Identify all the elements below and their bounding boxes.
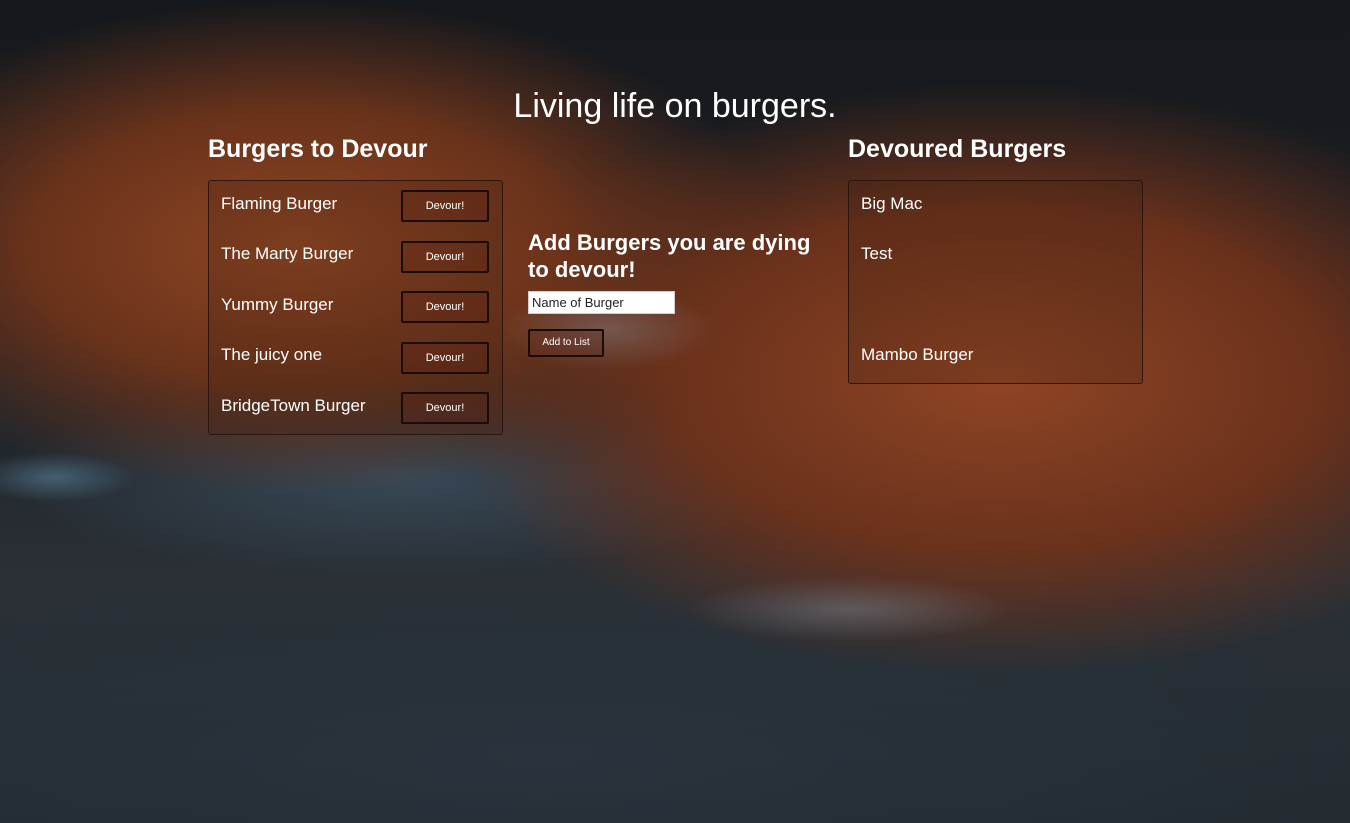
devoured-title: Devoured Burgers xyxy=(848,135,1067,163)
devoured-list: Big Mac Test Mambo Burger xyxy=(848,180,1143,384)
devoured-burger-name: Test xyxy=(861,244,893,263)
to-devour-title: Burgers to Devour xyxy=(208,135,428,163)
burger-name: Flaming Burger xyxy=(221,194,338,213)
add-to-list-button[interactable]: Add to List xyxy=(528,329,604,357)
burger-name: The juicy one xyxy=(221,345,323,364)
devour-button[interactable]: Devour! xyxy=(401,392,489,424)
devour-button[interactable]: Devour! xyxy=(401,342,489,374)
page-title: Living life on burgers. xyxy=(513,87,837,125)
devour-button[interactable]: Devour! xyxy=(401,241,489,273)
burger-name: The Marty Burger xyxy=(221,244,354,263)
burger-name: Yummy Burger xyxy=(221,295,334,314)
devoured-burger-name: Big Mac xyxy=(861,194,923,213)
add-burger-title: Add Burgers you are dying to devour! xyxy=(528,230,811,282)
devoured-burger-name: Mambo Burger xyxy=(861,345,974,364)
burger-name-input[interactable] xyxy=(528,291,675,314)
to-devour-list: Flaming Burger Devour! The Marty Burger … xyxy=(208,180,503,435)
devour-button[interactable]: Devour! xyxy=(401,190,489,222)
devour-button[interactable]: Devour! xyxy=(401,291,489,323)
burger-name: BridgeTown Burger xyxy=(221,396,366,415)
